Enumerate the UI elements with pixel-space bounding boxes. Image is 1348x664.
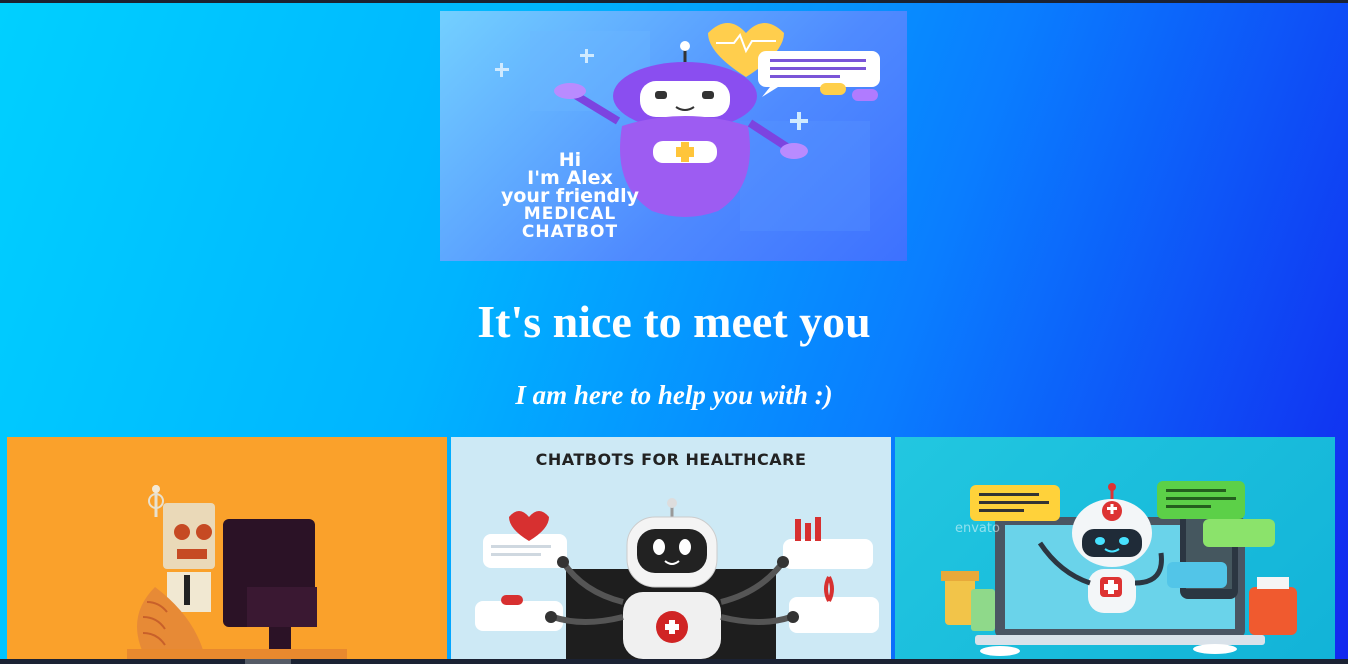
top-border xyxy=(0,0,1348,3)
card-robot-computer xyxy=(7,437,447,659)
card-title: CHATBOTS FOR HEALTHCARE xyxy=(535,450,807,469)
hero-line-5: CHATBOT xyxy=(521,222,619,242)
hero-greeting: Hi I'm Alex your friendly MEDICAL CHATBO… xyxy=(440,151,700,242)
healthcare-robot-illustration xyxy=(475,498,879,659)
robot-at-computer-illustration xyxy=(127,485,347,659)
hero-line-4: MEDICAL xyxy=(523,204,617,224)
page-subheading: I am here to help you with :) xyxy=(515,380,833,410)
card-chatbots-healthcare: CHATBOTS FOR HEALTHCARE xyxy=(451,437,891,659)
card-medical-robot-laptop: envato xyxy=(895,437,1335,659)
hero-line-3: your friendly xyxy=(500,185,639,207)
page-heading: It's nice to meet you xyxy=(477,296,871,347)
medical-robot-laptop-illustration: envato xyxy=(941,481,1297,656)
horizontal-scrollbar[interactable] xyxy=(0,659,1348,664)
hero-image: Hi I'm Alex your friendly MEDICAL CHATBO… xyxy=(440,11,907,261)
watermark: envato xyxy=(955,521,1000,536)
scrollbar-thumb[interactable] xyxy=(245,659,291,664)
